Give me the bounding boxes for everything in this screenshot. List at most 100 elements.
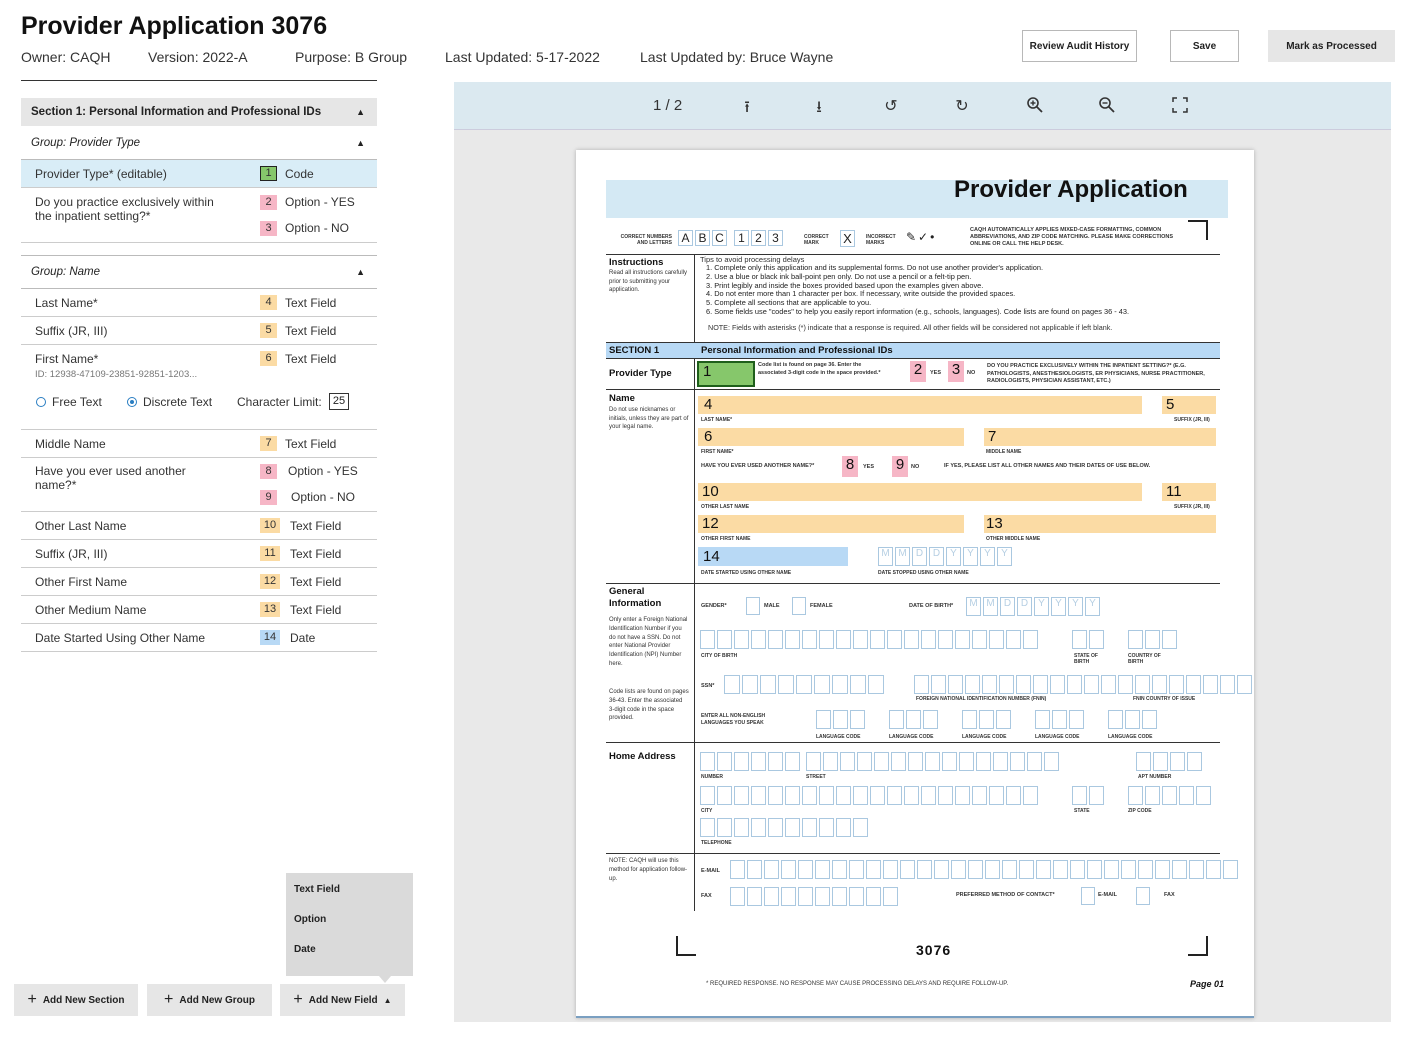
- other-first-name-field[interactable]: [698, 515, 964, 533]
- char-box[interactable]: [850, 675, 866, 694]
- field-row-last-name[interactable]: Last Name* 4 Text Field: [21, 289, 377, 317]
- char-box[interactable]: [764, 887, 779, 906]
- city-of-birth-boxes[interactable]: [700, 630, 1038, 649]
- ssn-boxes[interactable]: [724, 675, 884, 694]
- char-box[interactable]: [1152, 675, 1167, 694]
- char-box[interactable]: [1138, 860, 1153, 879]
- char-box[interactable]: [850, 710, 865, 729]
- other-last-name-field[interactable]: [698, 483, 1142, 501]
- char-box[interactable]: [815, 887, 830, 906]
- char-box[interactable]: [1136, 752, 1151, 771]
- char-box[interactable]: [819, 786, 834, 805]
- char-box[interactable]: [751, 786, 766, 805]
- char-box[interactable]: [1053, 860, 1068, 879]
- char-box[interactable]: [972, 786, 987, 805]
- char-box[interactable]: [1101, 675, 1116, 694]
- char-box[interactable]: [1196, 786, 1211, 805]
- char-box[interactable]: [982, 675, 997, 694]
- char-box[interactable]: [832, 860, 847, 879]
- char-box[interactable]: [931, 675, 946, 694]
- char-box[interactable]: [993, 752, 1008, 771]
- char-box[interactable]: [1145, 786, 1160, 805]
- char-box[interactable]: [751, 630, 766, 649]
- char-box[interactable]: [768, 818, 783, 837]
- field-row-other-middle-name[interactable]: Other Medium Name 13 Text Field: [21, 596, 377, 624]
- zip-boxes[interactable]: [1128, 786, 1211, 805]
- field-row-other-last-name[interactable]: Other Last Name 10 Text Field: [21, 512, 377, 540]
- char-box[interactable]: [938, 786, 953, 805]
- char-box[interactable]: [1162, 630, 1177, 649]
- street-boxes[interactable]: [806, 752, 1059, 771]
- char-box[interactable]: [887, 786, 902, 805]
- discrete-text-radio[interactable]: Discrete Text: [127, 395, 212, 409]
- language-code-1-boxes[interactable]: [816, 710, 865, 729]
- char-box[interactable]: [906, 710, 921, 729]
- char-box[interactable]: [874, 752, 889, 771]
- char-box[interactable]: [866, 860, 881, 879]
- char-box[interactable]: [883, 887, 898, 906]
- caret-up-icon[interactable]: ▲: [356, 107, 365, 117]
- caret-up-icon[interactable]: ▲: [356, 138, 365, 148]
- char-box[interactable]: [819, 630, 834, 649]
- char-box[interactable]: [700, 630, 715, 649]
- char-box[interactable]: [1125, 710, 1140, 729]
- char-box[interactable]: [853, 818, 868, 837]
- language-code-3-boxes[interactable]: [962, 710, 1011, 729]
- char-box[interactable]: [1223, 860, 1238, 879]
- char-box[interactable]: [836, 630, 851, 649]
- char-box[interactable]: [819, 818, 834, 837]
- download-icon[interactable]: ⭳: [808, 96, 830, 123]
- char-box[interactable]: [976, 752, 991, 771]
- char-box[interactable]: [700, 786, 715, 805]
- char-box[interactable]: [1142, 710, 1157, 729]
- group-header-name[interactable]: Group: Name ▲: [21, 255, 377, 289]
- char-box[interactable]: [1087, 860, 1102, 879]
- fullscreen-icon[interactable]: [1169, 96, 1191, 119]
- char-box[interactable]: [1153, 752, 1168, 771]
- char-box[interactable]: [925, 752, 940, 771]
- email-preference-checkbox[interactable]: [1081, 887, 1095, 905]
- char-box[interactable]: [1169, 675, 1184, 694]
- char-box[interactable]: [796, 675, 812, 694]
- char-box[interactable]: [1050, 675, 1065, 694]
- char-box[interactable]: [921, 630, 936, 649]
- char-box[interactable]: [768, 630, 783, 649]
- char-box[interactable]: [1023, 786, 1038, 805]
- char-box[interactable]: [734, 752, 749, 771]
- country-of-birth-boxes[interactable]: [1128, 630, 1177, 649]
- char-box[interactable]: [1237, 675, 1252, 694]
- field-row-other-suffix[interactable]: Suffix (JR, III) 11 Text Field: [21, 540, 377, 568]
- add-new-group-button[interactable]: + Add New Group: [147, 984, 272, 1016]
- field-row-inpatient[interactable]: Do you practice exclusively within the i…: [21, 188, 377, 243]
- char-box[interactable]: [900, 860, 915, 879]
- char-box[interactable]: [849, 887, 864, 906]
- char-box[interactable]: [840, 752, 855, 771]
- char-box[interactable]: [889, 710, 904, 729]
- char-box[interactable]: [1179, 786, 1194, 805]
- field-row-other-name[interactable]: Have you ever used another name?* 8 Opti…: [21, 458, 377, 512]
- review-audit-history-button[interactable]: Review Audit History: [1022, 30, 1137, 62]
- char-box[interactable]: [1118, 675, 1133, 694]
- state-boxes[interactable]: [1072, 786, 1104, 805]
- char-box[interactable]: [778, 675, 794, 694]
- character-limit-input[interactable]: 25: [329, 393, 349, 410]
- mark-processed-button[interactable]: Mark as Processed: [1268, 30, 1395, 62]
- char-box[interactable]: [1010, 752, 1025, 771]
- char-box[interactable]: [959, 752, 974, 771]
- city-boxes[interactable]: [700, 786, 1038, 805]
- dob-boxes[interactable]: M M D D Y Y Y Y: [966, 597, 1100, 616]
- char-box[interactable]: [730, 860, 745, 879]
- char-box[interactable]: [996, 710, 1011, 729]
- char-box[interactable]: [1016, 675, 1031, 694]
- last-name-field[interactable]: [698, 396, 1142, 414]
- char-box[interactable]: [883, 860, 898, 879]
- zoom-in-icon[interactable]: [1024, 96, 1046, 119]
- char-box[interactable]: [962, 710, 977, 729]
- char-box[interactable]: [836, 786, 851, 805]
- char-box[interactable]: [717, 786, 732, 805]
- char-box[interactable]: [1128, 786, 1143, 805]
- char-box[interactable]: [1027, 752, 1042, 771]
- char-box[interactable]: [1067, 675, 1082, 694]
- fnin-boxes[interactable]: [914, 675, 1252, 694]
- char-box[interactable]: [742, 675, 758, 694]
